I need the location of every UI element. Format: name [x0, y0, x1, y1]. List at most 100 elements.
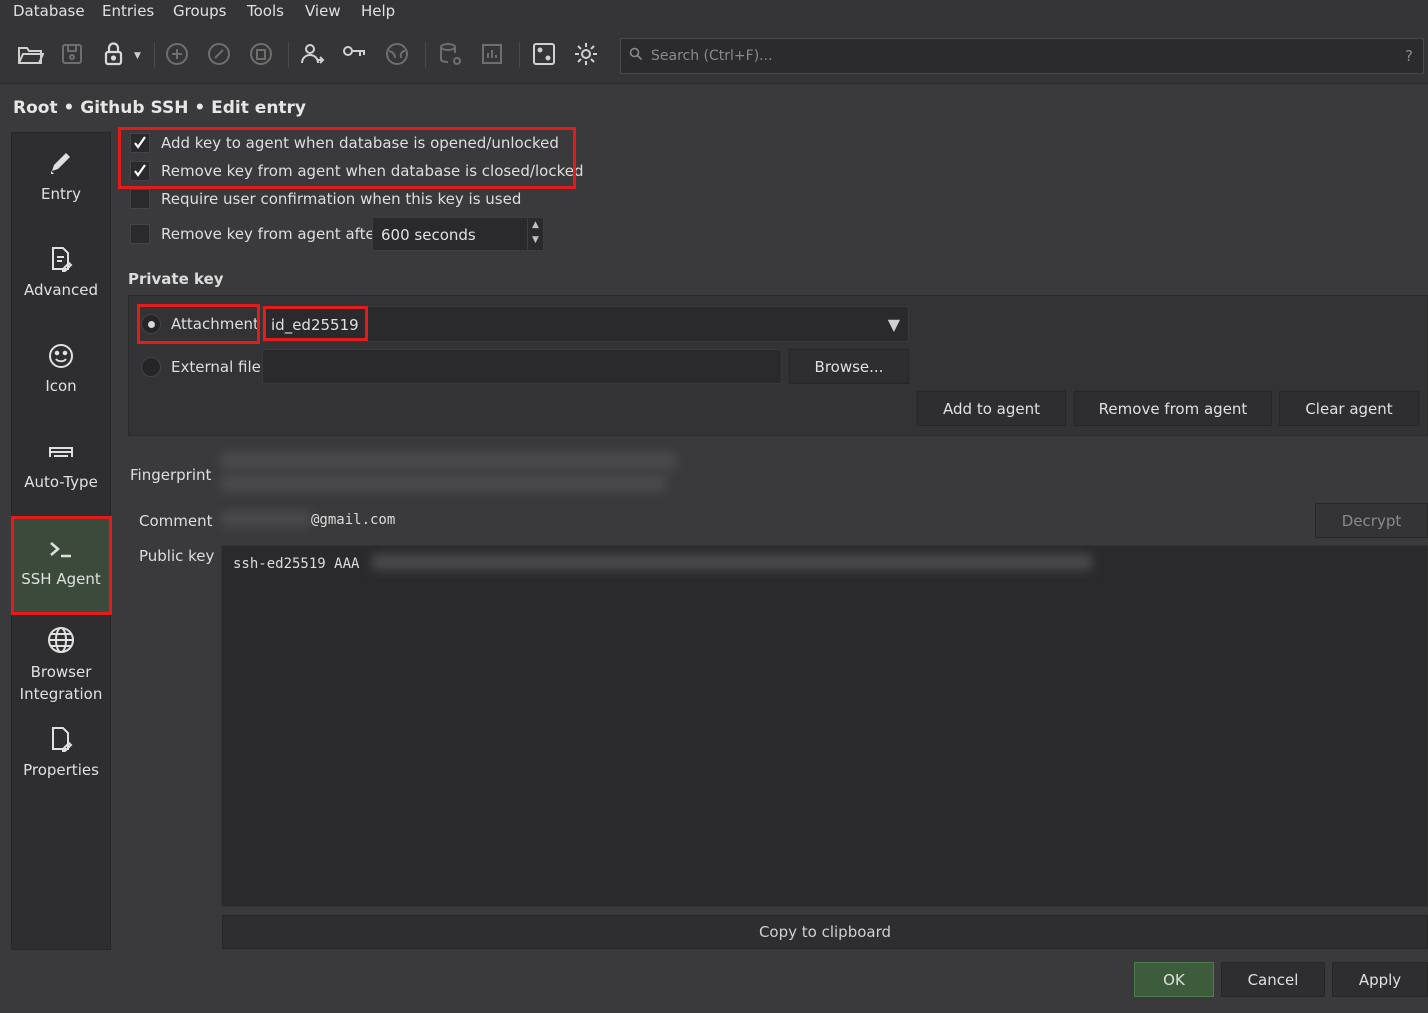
remove-after-option[interactable]: Remove key from agent after [130, 223, 381, 245]
clear-agent-label: Clear agent [1305, 399, 1393, 418]
toolbar-separator [425, 42, 426, 68]
remove-from-agent-button[interactable]: Remove from agent [1074, 391, 1272, 426]
public-key-label: Public key [139, 547, 215, 565]
remove-after-value: 600 seconds [381, 226, 476, 244]
external-file-radio[interactable] [141, 357, 161, 377]
cancel-button-label: Cancel [1247, 970, 1299, 989]
remove-on-close-option[interactable]: Remove key from agent when database is c… [130, 160, 583, 182]
browse-button-label: Browse... [814, 357, 884, 376]
public-key-redacted [372, 554, 1092, 570]
terminal-icon [46, 534, 76, 564]
sidebar-item-entry[interactable]: Entry [12, 149, 110, 229]
private-key-group: Attachment id_ed25519 ▼ External file Br… [128, 295, 1428, 436]
add-on-open-label: Add key to agent when database is opened… [161, 134, 559, 152]
globe-icon [46, 625, 76, 655]
decrypt-button-label: Decrypt [1341, 511, 1402, 530]
toolbar-separator [519, 42, 520, 68]
spin-arrows[interactable]: ▲ ▼ [527, 218, 543, 250]
cancel-button[interactable]: Cancel [1221, 962, 1325, 997]
remove-on-close-label: Remove key from agent when database is c… [161, 162, 584, 180]
remove-after-checkbox[interactable] [130, 224, 150, 244]
copy-to-clipboard-button[interactable]: Copy to clipboard [222, 915, 1428, 949]
decrypt-button[interactable]: Decrypt [1315, 503, 1428, 538]
breadcrumb: Root • Github SSH • Edit entry [13, 98, 307, 118]
attachment-radio[interactable] [141, 314, 161, 334]
apply-button[interactable]: Apply [1332, 962, 1428, 997]
chevron-down-icon: ▼ [887, 315, 900, 334]
sidebar-item-label: Properties [23, 761, 99, 779]
menubar: Database Entries Groups Tools View Help [0, 0, 1428, 24]
add-on-open-checkbox[interactable] [130, 133, 150, 153]
copy-to-clipboard-label: Copy to clipboard [758, 923, 892, 941]
spin-down-icon[interactable]: ▼ [528, 233, 543, 248]
menu-view[interactable]: View [305, 2, 341, 20]
fingerprint-redacted [221, 474, 666, 492]
public-key-value: ssh-ed25519 AAA [233, 556, 360, 572]
save-icon[interactable] [58, 40, 86, 68]
remove-after-spinbox[interactable]: 600 seconds ▲ ▼ [372, 217, 544, 251]
menu-groups[interactable]: Groups [173, 2, 226, 20]
document-edit-icon [46, 245, 76, 275]
keyboard-icon [46, 437, 76, 467]
public-key-textarea[interactable]: ssh-ed25519 AAA [221, 545, 1428, 907]
require-confirm-checkbox[interactable] [130, 189, 150, 209]
comment-redacted [221, 511, 311, 527]
open-url-icon[interactable] [383, 40, 411, 68]
external-file-label: External file [171, 358, 261, 376]
sidebar-item-label: Browser Integration [19, 663, 103, 703]
remove-on-close-checkbox[interactable] [130, 161, 150, 181]
delete-entry-icon[interactable] [247, 40, 275, 68]
sidebar-item-label: Advanced [23, 281, 99, 299]
search-help-icon[interactable]: ? [1405, 47, 1413, 65]
menu-tools[interactable]: Tools [247, 2, 284, 20]
ok-button[interactable]: OK [1134, 962, 1214, 997]
open-folder-icon[interactable] [16, 40, 45, 68]
toolbar-separator [288, 42, 289, 68]
sidebar-item-label: Auto-Type [24, 473, 98, 491]
sidebar-item-browser-integration[interactable]: Browser Integration [12, 625, 110, 715]
copy-username-icon[interactable] [298, 40, 326, 68]
sidebar-item-label: SSH Agent [21, 570, 101, 588]
attachment-label: Attachment [171, 315, 259, 333]
sidebar-item-advanced[interactable]: Advanced [12, 245, 110, 325]
apply-button-label: Apply [1358, 970, 1402, 989]
lock-dropdown-icon[interactable]: ▼ [134, 51, 141, 61]
toolbar: ▼ ? [0, 24, 1428, 84]
add-entry-icon[interactable] [163, 40, 191, 68]
clear-agent-button[interactable]: Clear agent [1279, 391, 1419, 426]
sidebar-item-properties[interactable]: Properties [12, 725, 110, 805]
sidebar-item-label: Entry [41, 185, 81, 203]
menu-entries[interactable]: Entries [102, 2, 154, 20]
spin-up-icon[interactable]: ▲ [528, 218, 543, 233]
menu-help[interactable]: Help [361, 2, 395, 20]
sidebar-item-ssh-agent[interactable]: SSH Agent [12, 518, 110, 614]
menu-database[interactable]: Database [13, 2, 85, 20]
browse-button[interactable]: Browse... [789, 349, 909, 384]
document-icon [46, 725, 76, 755]
search-box: ? [620, 38, 1424, 74]
fingerprint-redacted [221, 452, 676, 470]
require-confirm-option[interactable]: Require user confirmation when this key … [130, 188, 521, 210]
settings-icon[interactable] [572, 40, 600, 68]
sidebar: Entry Advanced Icon Auto-Type SSH Agent … [11, 132, 111, 950]
remove-from-agent-label: Remove from agent [1098, 399, 1248, 418]
copy-password-icon[interactable] [340, 40, 368, 68]
external-file-input[interactable] [262, 349, 782, 384]
database-settings-icon[interactable] [436, 40, 464, 68]
comment-label: Comment [139, 512, 213, 530]
add-to-agent-button[interactable]: Add to agent [917, 391, 1066, 426]
search-input[interactable] [651, 39, 1391, 73]
sidebar-item-label: Icon [45, 377, 77, 395]
reports-icon[interactable] [478, 40, 506, 68]
edit-entry-icon[interactable] [205, 40, 233, 68]
attachment-select[interactable]: id_ed25519 ▼ [262, 306, 909, 342]
attachment-value: id_ed25519 [271, 316, 359, 334]
lock-icon[interactable] [100, 40, 128, 68]
remove-after-label: Remove key from agent after [161, 225, 381, 243]
pencil-icon [46, 149, 76, 179]
sidebar-item-auto-type[interactable]: Auto-Type [12, 437, 110, 517]
add-on-open-option[interactable]: Add key to agent when database is opened… [130, 132, 559, 154]
comment-value: @gmail.com [311, 512, 396, 528]
sidebar-item-icon[interactable]: Icon [12, 341, 110, 421]
password-generator-icon[interactable] [530, 40, 558, 68]
